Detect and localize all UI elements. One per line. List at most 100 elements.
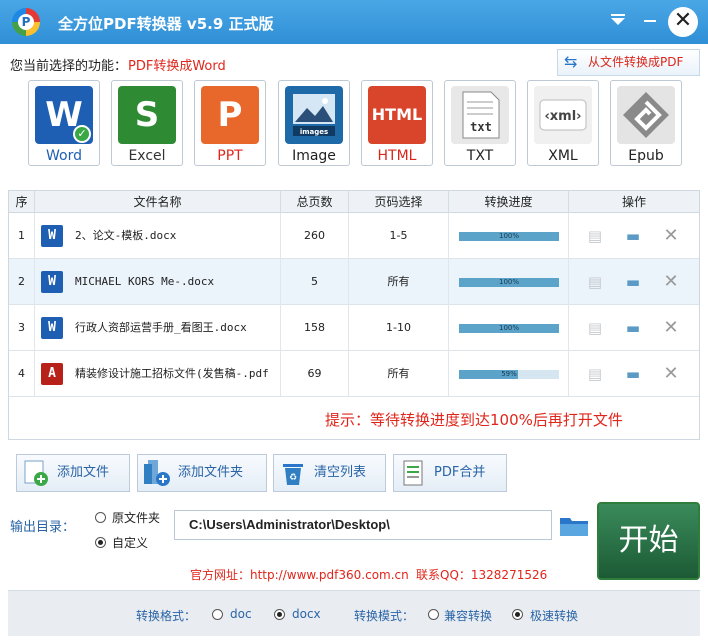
radio-custom-folder[interactable] xyxy=(95,537,106,548)
pdf-merge-button[interactable]: PDF合并 xyxy=(393,454,507,492)
row-pages: 69 xyxy=(281,351,349,397)
row-filename-text: 2、论文-模板.docx xyxy=(75,229,177,242)
table-row[interactable]: 3 W 行政人资部运营手册_看图王.docx 158 1-10 100% ▤ ▬… xyxy=(9,305,699,351)
window-title: 全方位PDF转换器 v5.9 正式版 xyxy=(58,15,274,33)
folder-icon[interactable]: ▬ xyxy=(623,319,643,337)
trash-icon: ♻ xyxy=(278,458,308,488)
swap-arrows-icon: ⇆ xyxy=(564,52,578,71)
row-page-range[interactable]: 1-10 xyxy=(349,305,449,351)
row-actions: ▤ ▬ ✕ xyxy=(569,259,699,305)
mode-option-label: 转换模式： xyxy=(354,609,415,623)
row-page-range[interactable]: 所有 xyxy=(349,351,449,397)
row-filename: A 精装修设计施工招标文件(发售稿-.pdf xyxy=(35,351,281,397)
row-filename: W 行政人资部运营手册_看图王.docx xyxy=(35,305,281,351)
format-tile-txt[interactable]: txt TXT xyxy=(444,80,516,166)
row-page-range[interactable]: 1-5 xyxy=(349,213,449,259)
radio-mode-compat[interactable] xyxy=(428,609,439,620)
html-icon: HTML xyxy=(368,86,426,144)
table-row[interactable]: 1 W 2、论文-模板.docx 260 1-5 100% ▤ ▬ ✕ xyxy=(9,213,699,259)
progress-text: 59% xyxy=(501,370,517,378)
open-file-icon[interactable]: ▤ xyxy=(585,227,605,245)
format-label-excel: Excel xyxy=(128,148,166,164)
file-table: 序 文件名称 总页数 页码选择 转换进度 操作 1 W 2、论文-模板.docx… xyxy=(8,190,700,440)
radio-mode-fast[interactable] xyxy=(512,609,523,620)
format-label-xml: XML xyxy=(548,148,578,164)
add-file-label: 添加文件 xyxy=(57,465,110,480)
delete-icon[interactable]: ✕ xyxy=(661,365,681,383)
output-dir-label: 输出目录： xyxy=(10,520,76,535)
open-file-icon[interactable]: ▤ xyxy=(585,319,605,337)
add-file-icon xyxy=(21,458,51,488)
row-progress: 59% xyxy=(449,351,569,397)
radio-format-docx[interactable] xyxy=(274,609,285,620)
close-icon[interactable]: ✕ xyxy=(668,7,698,37)
radio-mode-fast-label: 极速转换 xyxy=(530,609,579,623)
radio-format-docx-label: docx xyxy=(292,607,321,621)
header-pages: 总页数 xyxy=(281,191,349,213)
add-file-button[interactable]: 添加文件 xyxy=(16,454,130,492)
table-row[interactable]: 4 A 精装修设计施工招标文件(发售稿-.pdf 69 所有 59% ▤ ▬ ✕ xyxy=(9,351,699,397)
delete-icon[interactable]: ✕ xyxy=(661,273,681,291)
delete-icon[interactable]: ✕ xyxy=(661,227,681,245)
row-pages: 260 xyxy=(281,213,349,259)
svg-text:images: images xyxy=(300,128,328,136)
row-filename-text: MICHAEL KORS Me-.docx xyxy=(75,275,215,288)
format-tile-excel[interactable]: S Excel xyxy=(111,80,183,166)
from-file-to-pdf-button[interactable]: ⇆ 从文件转换成PDF xyxy=(557,49,700,76)
format-tile-html[interactable]: HTML HTML xyxy=(361,80,433,166)
output-path-input[interactable]: C:\Users\Administrator\Desktop\ xyxy=(174,510,552,540)
format-label-html: HTML xyxy=(377,148,417,164)
image-icon: images xyxy=(285,86,343,144)
radio-format-doc[interactable] xyxy=(212,609,223,620)
format-tile-ppt[interactable]: P PPT xyxy=(194,80,266,166)
add-folder-button[interactable]: 添加文件夹 xyxy=(137,454,267,492)
radio-format-doc-label: doc xyxy=(230,607,252,621)
progress-text: 100% xyxy=(498,232,519,240)
progress-bar: 100% xyxy=(459,278,559,287)
format-label-image: Image xyxy=(292,148,336,164)
word-file-icon: W xyxy=(41,225,63,247)
folder-icon[interactable]: ▬ xyxy=(623,227,643,245)
svg-text:txt: txt xyxy=(470,120,492,134)
open-file-icon[interactable]: ▤ xyxy=(585,273,605,291)
clear-list-label: 清空列表 xyxy=(314,465,367,480)
format-tile-epub[interactable]: Epub xyxy=(610,80,682,166)
delete-icon[interactable]: ✕ xyxy=(661,319,681,337)
format-tile-word[interactable]: W ✓ Word xyxy=(28,80,100,166)
epub-icon xyxy=(617,86,675,144)
row-page-range[interactable]: 所有 xyxy=(349,259,449,305)
clear-list-button[interactable]: ♻ 清空列表 xyxy=(273,454,386,492)
minimize-icon[interactable] xyxy=(638,10,662,34)
dropdown-arrow-icon[interactable] xyxy=(606,10,630,34)
word-file-icon: W xyxy=(41,271,63,293)
progress-bar: 100% xyxy=(459,232,559,241)
table-row[interactable]: 2 W MICHAEL KORS Me-.docx 5 所有 100% ▤ ▬ … xyxy=(9,259,699,305)
header-progress: 转换进度 xyxy=(449,191,569,213)
radio-original-folder[interactable] xyxy=(95,512,106,523)
start-button[interactable]: 开始 xyxy=(597,502,700,580)
svg-text:‹xml›: ‹xml› xyxy=(544,109,581,124)
format-tile-image[interactable]: images Image xyxy=(278,80,350,166)
selected-check-icon: ✓ xyxy=(73,125,91,143)
row-actions: ▤ ▬ ✕ xyxy=(569,305,699,351)
footer-options: 转换格式： doc docx 转换模式： 兼容转换 极速转换 xyxy=(8,590,700,636)
browse-folder-icon[interactable] xyxy=(558,512,590,538)
table-header: 序 文件名称 总页数 页码选择 转换进度 操作 xyxy=(9,191,699,213)
header-actions: 操作 xyxy=(621,195,646,209)
add-folder-label: 添加文件夹 xyxy=(178,465,244,480)
official-site[interactable]: 官方网址：http://www.pdf360.com.cn xyxy=(190,566,409,583)
txt-icon: txt xyxy=(451,86,509,144)
row-actions: ▤ ▬ ✕ xyxy=(569,351,699,397)
row-filename: W MICHAEL KORS Me-.docx xyxy=(35,259,281,305)
row-progress: 100% xyxy=(449,213,569,259)
open-file-icon[interactable]: ▤ xyxy=(585,365,605,383)
format-label-epub: Epub xyxy=(628,148,664,164)
format-tile-xml[interactable]: ‹xml› XML xyxy=(527,80,599,166)
row-filename-text: 精装修设计施工招标文件(发售稿-.pdf xyxy=(75,367,269,380)
radio-original-folder-label: 原文件夹 xyxy=(112,511,161,525)
word-file-icon: W xyxy=(41,317,63,339)
ppt-icon: P xyxy=(201,86,259,144)
folder-icon[interactable]: ▬ xyxy=(623,273,643,291)
folder-icon[interactable]: ▬ xyxy=(623,365,643,383)
app-logo-icon: P xyxy=(12,8,40,36)
